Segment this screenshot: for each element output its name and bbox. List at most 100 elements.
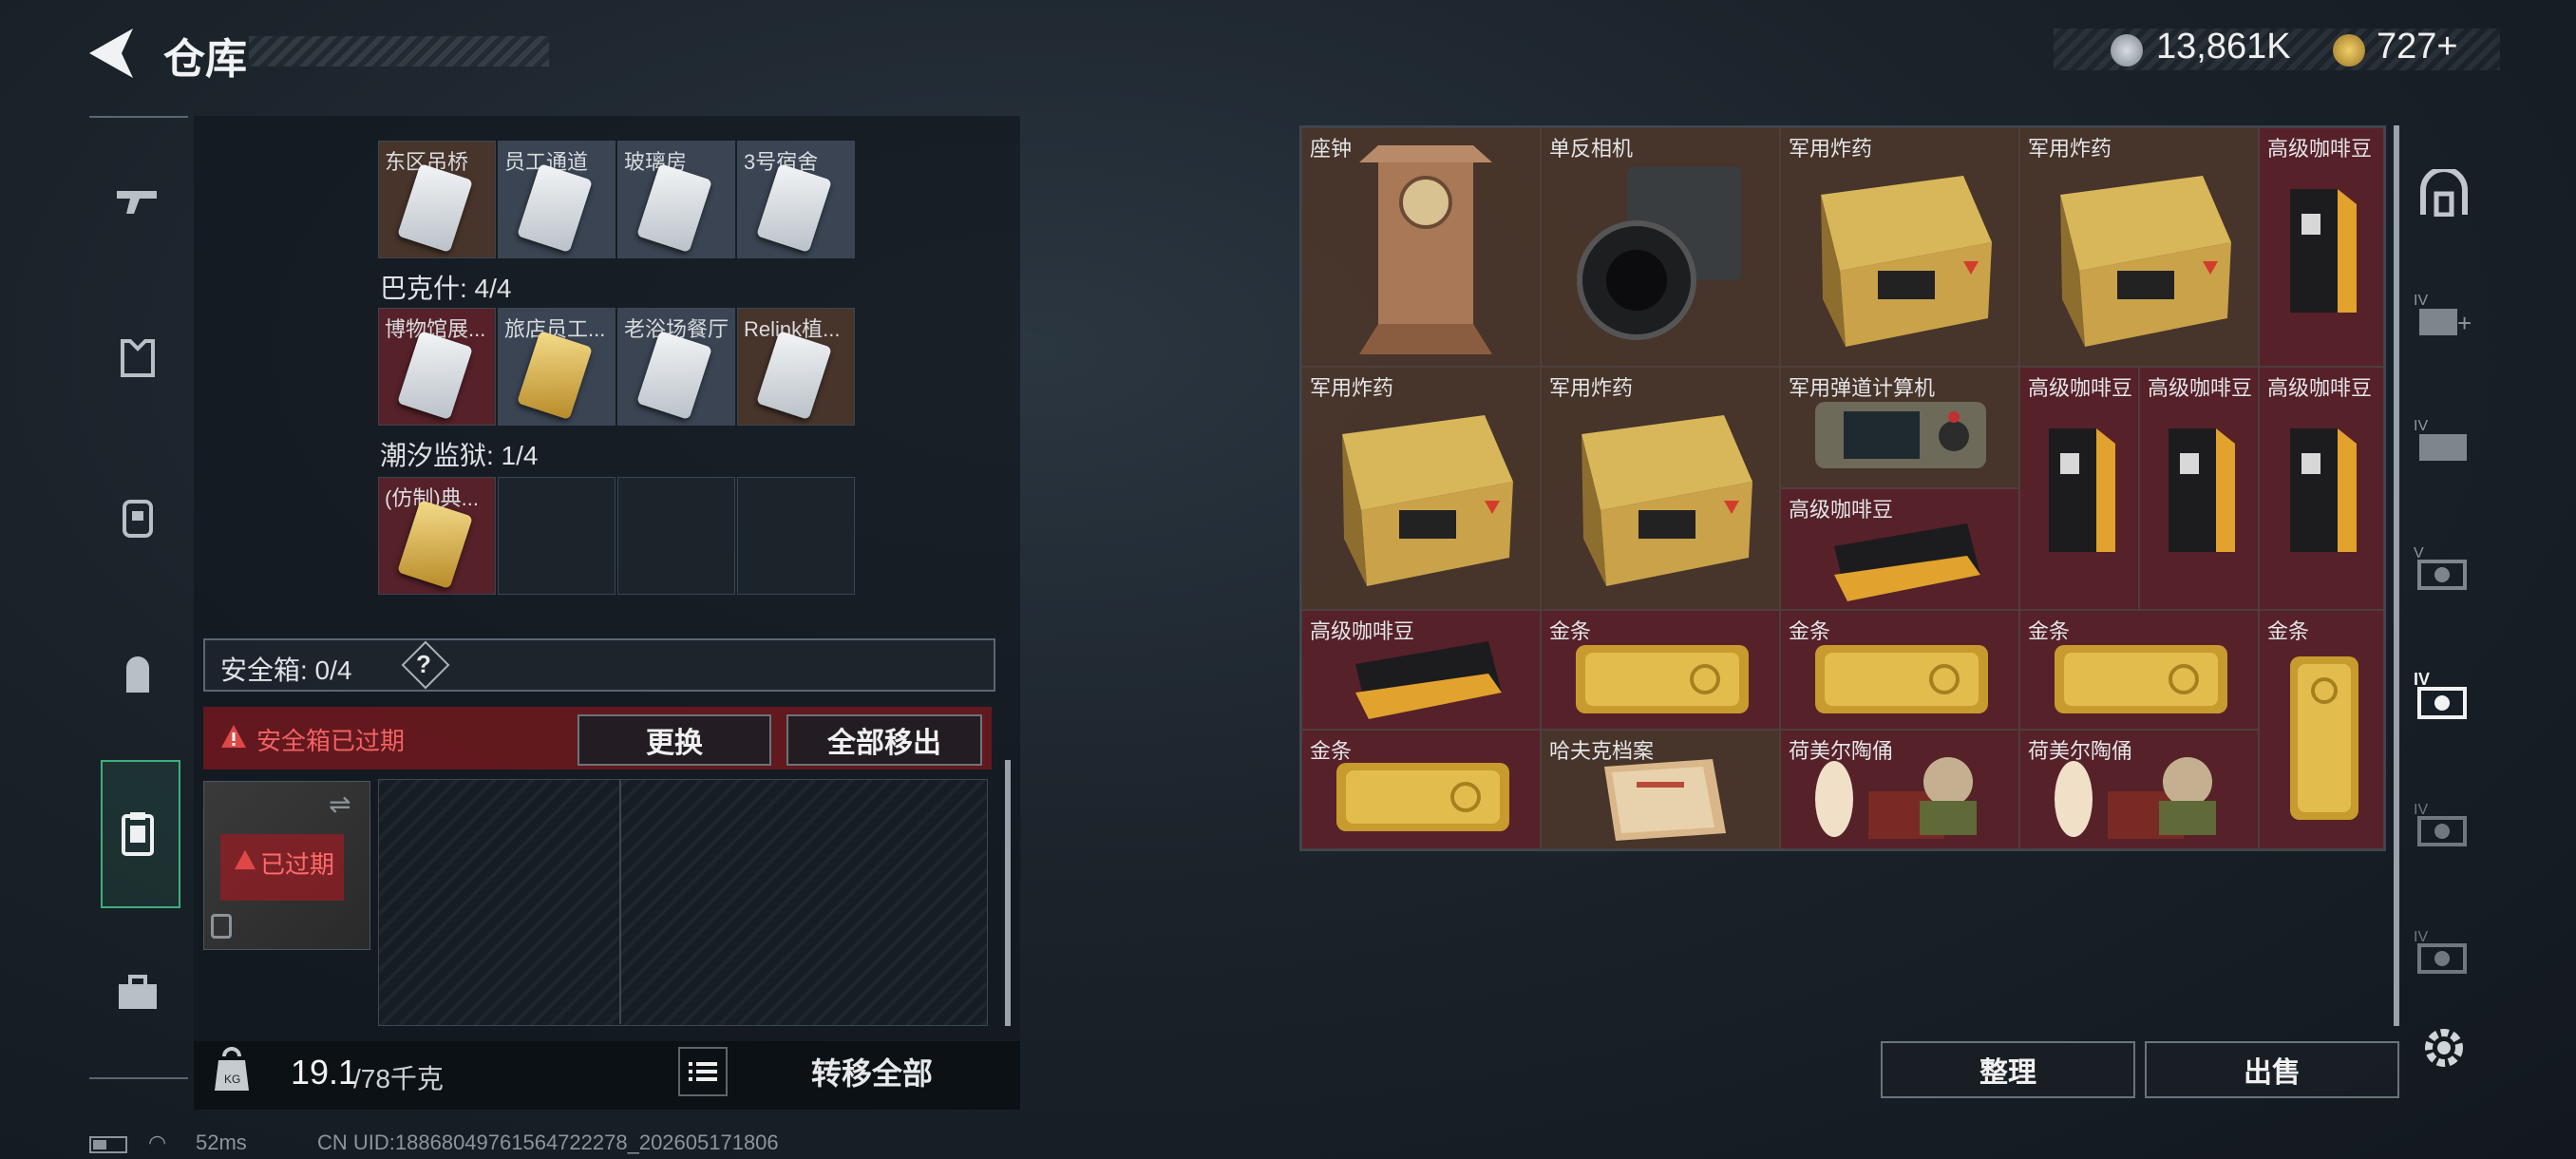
coffee-bag-icon [2049, 428, 2115, 552]
key-card-icon [397, 162, 473, 254]
container-level-4-icon[interactable]: IV [2409, 916, 2479, 986]
title-decoration [249, 36, 549, 66]
key-slot[interactable]: (仿制)典... [378, 477, 496, 595]
uid-text: CN UID:18868049761564722278_202605171806 [317, 1130, 779, 1154]
key-slot[interactable]: 博物馆展... [378, 308, 496, 426]
inventory-item[interactable]: 单反相机 [1541, 127, 1780, 367]
container-level-5-icon[interactable]: IV [2409, 788, 2479, 859]
silver-amount: 13,861K [2156, 27, 2291, 66]
inventory-item[interactable]: 高级咖啡豆 [2259, 127, 2384, 367]
key-card-icon [517, 330, 593, 421]
key-card-icon [756, 162, 832, 254]
inventory-item[interactable]: 军用弹道计算机 [1780, 367, 2019, 488]
clock-icon [1359, 145, 1492, 354]
sell-button[interactable]: 出售 [2145, 1041, 2399, 1098]
coffee-bag-icon [2290, 428, 2357, 552]
inventory-item[interactable]: 高级咖啡豆 [1780, 488, 2019, 610]
coffee-bag-icon [1355, 641, 1502, 719]
container-level-4-folder-icon[interactable]: IV [2409, 405, 2479, 475]
svg-text:IV: IV [2414, 802, 2428, 818]
left-scrollbar[interactable] [1005, 760, 1011, 1026]
inventory-item[interactable]: 高级咖啡豆 [2139, 367, 2259, 610]
svg-text:+: + [2457, 309, 2472, 337]
inventory-scrollbar[interactable] [2394, 125, 2399, 1026]
safebox-icon[interactable] [104, 800, 171, 866]
list-icon[interactable] [678, 1047, 728, 1096]
key-group-label: 潮汐监狱: 1/4 [380, 441, 539, 470]
inventory-item[interactable]: 军用炸药 [1541, 367, 1780, 610]
safebox-label: 安全箱: 0/4 [220, 656, 352, 685]
silver-coin-icon [2111, 34, 2143, 66]
gold-bar-icon [1815, 645, 1988, 713]
camera-icon [1577, 166, 1741, 340]
container-level-4-add-icon[interactable]: IV + [2409, 279, 2479, 350]
expired-tag: 已过期 [260, 850, 335, 879]
key-slot-empty[interactable] [498, 477, 616, 595]
key-slot[interactable]: 玻璃房 [617, 141, 735, 258]
safebox-grid[interactable] [378, 779, 988, 1026]
gold-amount[interactable]: 727+ [2377, 27, 2458, 67]
weight-current: 19.1 [291, 1053, 358, 1092]
inventory-item[interactable]: 座钟 [1301, 127, 1541, 367]
container-level-4-selected-icon[interactable]: IV [2409, 661, 2479, 732]
inventory-item[interactable]: 军用炸药 [1780, 127, 2019, 367]
expired-message: 安全箱已过期 [256, 727, 406, 755]
swap-icon[interactable]: ⇌ [329, 788, 350, 820]
backpack-vest-icon[interactable] [104, 484, 171, 551]
figurine-icon [1815, 757, 1977, 839]
svg-text:IV: IV [2414, 929, 2428, 945]
inventory-item[interactable]: 金条 [2019, 610, 2259, 730]
inventory-item[interactable]: 金条 [1780, 610, 2019, 730]
key-group-label: 巴克什: 4/4 [380, 274, 512, 303]
back-icon[interactable] [87, 27, 135, 80]
key-card-icon [397, 330, 473, 421]
ping-text: 52ms [196, 1130, 247, 1154]
explosive-crate-icon [2060, 176, 2231, 347]
coffee-bag-icon [2290, 189, 2357, 313]
svg-text:IV: IV [2414, 670, 2430, 689]
inventory-item[interactable]: 金条 [1301, 730, 1541, 849]
ballistic-computer-icon [1815, 402, 1986, 468]
key-slot[interactable]: 员工通道 [498, 141, 616, 258]
page-title: 仓库 [163, 36, 247, 83]
svg-text:KG: KG [224, 1073, 240, 1086]
move-all-out-button[interactable]: 全部移出 [786, 714, 982, 766]
key-slot[interactable]: 3号宿舍 [737, 141, 855, 258]
key-slot[interactable]: 旅店员工... [498, 308, 616, 426]
replace-button[interactable]: 更换 [578, 714, 771, 766]
help-icon-glyph: ? [416, 650, 431, 678]
inventory-item[interactable]: 军用炸药 [2019, 127, 2259, 367]
sort-button[interactable]: 整理 [1881, 1041, 2135, 1098]
lock-icon [211, 914, 232, 939]
weight-icon: KG [215, 1047, 249, 1091]
key-slot-empty[interactable] [737, 477, 855, 595]
nav-divider [89, 116, 188, 118]
key-slot[interactable]: 东区吊桥 [378, 141, 496, 258]
key-group-3: (仿制)典... [378, 477, 861, 598]
inventory-item[interactable]: 金条 [2259, 610, 2384, 849]
key-slot[interactable]: Relink植... [737, 308, 855, 426]
inventory-item[interactable]: 高级咖啡豆 [2259, 367, 2384, 610]
key-slot[interactable]: 老浴场餐厅 [617, 308, 735, 426]
toolbox-icon[interactable] [104, 960, 171, 1026]
inventory-item[interactable]: 金条 [1541, 610, 1780, 730]
inventory-item[interactable]: 高级咖啡豆 [1301, 610, 1541, 730]
warning-icon [235, 849, 256, 870]
coffee-bag-icon [1834, 523, 1980, 601]
inventory-item[interactable]: 哈夫克档案 [1541, 730, 1780, 849]
inventory-item[interactable]: 高级咖啡豆 [2019, 367, 2139, 610]
key-slot-empty[interactable] [617, 477, 735, 595]
settings-gear-icon[interactable] [2409, 1013, 2479, 1083]
inventory-item[interactable]: 荷美尔陶俑 [2019, 730, 2259, 849]
weapon-icon[interactable] [104, 169, 171, 236]
armor-icon[interactable] [104, 325, 171, 391]
inventory-item[interactable]: 军用炸药 [1301, 367, 1541, 610]
svg-text:IV: IV [2414, 418, 2428, 434]
backpack-icon[interactable] [104, 642, 171, 709]
transfer-all-button[interactable]: 转移全部 [743, 1045, 1001, 1098]
key-card-icon [636, 162, 712, 254]
storage-icon[interactable] [2409, 158, 2479, 228]
container-level-5-icon[interactable]: V [2409, 532, 2479, 602]
key-card-icon [397, 499, 473, 590]
inventory-item[interactable]: 荷美尔陶俑 [1780, 730, 2019, 849]
